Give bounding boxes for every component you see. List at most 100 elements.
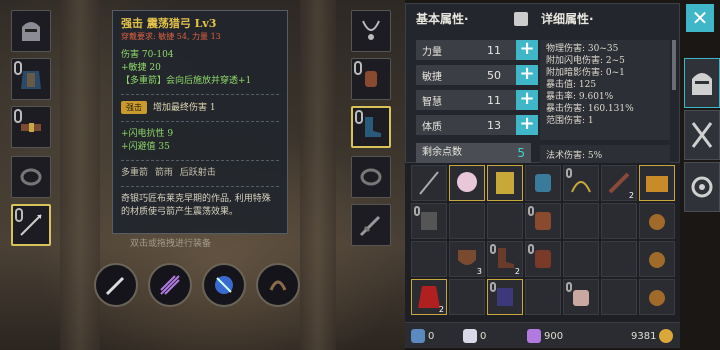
skill-dagger[interactable]	[94, 263, 138, 307]
skill-multishot[interactable]	[148, 263, 192, 307]
pouch-icon	[649, 214, 665, 230]
bow-icon	[419, 171, 439, 195]
inventory-cell[interactable]	[487, 165, 523, 201]
tab-character[interactable]	[684, 58, 720, 108]
stone-pillar	[300, 0, 336, 350]
inventory-cell[interactable]	[449, 203, 485, 239]
crossed-swords-icon	[691, 122, 713, 148]
item-multishot-bonus: 【多重箭】会向后施放并穿透+1	[121, 76, 252, 86]
pouch-icon	[649, 290, 665, 306]
inventory-cell[interactable]	[525, 165, 561, 201]
inventory-cell[interactable]: 2	[601, 165, 637, 201]
book-icon	[496, 172, 514, 194]
magic-damage: 法术伤害: 5%	[540, 145, 670, 163]
necklace-slot[interactable]	[351, 10, 391, 52]
inventory-cell[interactable]: 2	[411, 279, 447, 315]
add-strength-button[interactable]: +	[516, 40, 538, 60]
ring-icon	[360, 168, 382, 186]
attr-row-wisdom: 智慧 11	[416, 90, 531, 110]
runes-amount: 0	[480, 330, 487, 342]
helmet-slot[interactable]	[11, 10, 51, 52]
weapon-slot-bow[interactable]	[11, 204, 51, 246]
chain-link-icon	[566, 168, 572, 178]
inventory-cell[interactable]	[563, 241, 599, 277]
add-wisdom-button[interactable]: +	[516, 90, 538, 110]
attr-value: 50	[487, 68, 501, 82]
base-attributes-header[interactable]: 基本属性·	[416, 10, 469, 27]
remaining-value: 5	[517, 146, 525, 160]
detail-line: 附加闪电伤害: 2~5	[546, 56, 625, 66]
detail-attributes-header[interactable]: 详细属性·	[541, 10, 594, 27]
inventory-cell[interactable]	[487, 279, 523, 315]
currency-bar: 0 0 900 9381	[405, 322, 680, 348]
inventory-cell[interactable]	[449, 279, 485, 315]
gloves-slot[interactable]	[351, 58, 391, 100]
inventory-cell[interactable]	[487, 203, 523, 239]
item-tooltip: 强击 震荡猎弓 Lv3 穿戴要求: 敏捷 54, 力量 13 伤害 70-104…	[112, 10, 288, 234]
divider	[121, 94, 279, 95]
inventory-cell[interactable]	[525, 203, 561, 239]
inventory-cell[interactable]	[639, 203, 675, 239]
inventory-cell[interactable]	[411, 203, 447, 239]
pouch-icon	[649, 252, 665, 268]
divider	[121, 121, 279, 122]
stone-pillar	[60, 0, 100, 350]
belt-slot[interactable]	[11, 106, 51, 148]
attr-label: 体质	[422, 121, 442, 133]
skill-arrow-rain[interactable]	[202, 263, 246, 307]
inventory-cell[interactable]	[563, 279, 599, 315]
add-constitution-button[interactable]: +	[516, 115, 538, 135]
gem-effect: 增加最终伤害 1	[153, 103, 216, 113]
inventory-cell[interactable]	[411, 241, 447, 277]
item-requirement: 穿戴要求: 敏捷 54, 力量 13	[121, 32, 221, 41]
tab-settings[interactable]	[684, 162, 720, 212]
inventory-cell[interactable]	[601, 279, 637, 315]
rune-icon	[463, 329, 477, 343]
inventory-cell[interactable]	[525, 241, 561, 277]
item-lightning-res: +闪电抗性 9	[121, 129, 174, 139]
detail-list: 物理伤害: 30~35 附加闪电伤害: 2~5 附加暗影伤害: 0~1 暴击值:…	[540, 40, 670, 140]
offhand-slot[interactable]	[351, 204, 391, 246]
character-portrait-icon	[457, 172, 477, 192]
item-count: 3	[476, 267, 482, 276]
inventory-cell[interactable]	[449, 165, 485, 201]
close-button[interactable]: ✕	[686, 4, 714, 32]
detail-line: 暴击伤害: 160.131%	[546, 104, 634, 114]
detail-line: 附加暗影伤害: 0~1	[546, 68, 625, 78]
inventory-cell[interactable]	[639, 279, 675, 315]
item-damage: 伤害 70-104	[121, 50, 174, 60]
inventory-cell[interactable]	[525, 279, 561, 315]
inventory-cell[interactable]	[563, 165, 599, 201]
add-agility-button[interactable]: +	[516, 65, 538, 85]
item-title: 强击 震荡猎弓 Lv3	[121, 17, 217, 30]
dice-icon[interactable]	[514, 12, 528, 26]
armor-slot[interactable]	[11, 58, 51, 100]
ring-slot-right[interactable]	[351, 156, 391, 198]
skill-tags: 多重箭 箭雨 后跃射击	[121, 168, 216, 178]
inventory-cell[interactable]	[601, 203, 637, 239]
inventory-grid: 2 3 2 2	[405, 163, 680, 323]
ring-icon	[20, 168, 42, 186]
inventory-cell[interactable]	[639, 241, 675, 277]
tab-skills[interactable]	[684, 110, 720, 160]
inventory-cell[interactable]	[563, 203, 599, 239]
inventory-cell[interactable]	[601, 241, 637, 277]
chain-link-icon	[14, 61, 22, 75]
attr-value: 13	[487, 118, 501, 132]
inventory-cell[interactable]: 3	[449, 241, 485, 277]
dagger-icon	[105, 276, 125, 296]
attr-value: 11	[487, 43, 501, 57]
ring-slot-left[interactable]	[11, 156, 51, 198]
boots-slot[interactable]	[351, 106, 391, 148]
arrow-icon	[411, 329, 425, 343]
inventory-cell[interactable]	[639, 165, 675, 201]
helmet-icon	[22, 22, 40, 41]
attr-label: 敏捷	[422, 71, 442, 83]
inventory-cell[interactable]: 2	[487, 241, 523, 277]
skill-backflip[interactable]	[256, 263, 300, 307]
crystals-amount: 900	[544, 330, 564, 342]
chain-link-icon	[354, 61, 362, 75]
chain-link-icon	[414, 206, 420, 216]
inventory-cell[interactable]	[411, 165, 447, 201]
detail-scrollbar[interactable]	[672, 40, 676, 90]
